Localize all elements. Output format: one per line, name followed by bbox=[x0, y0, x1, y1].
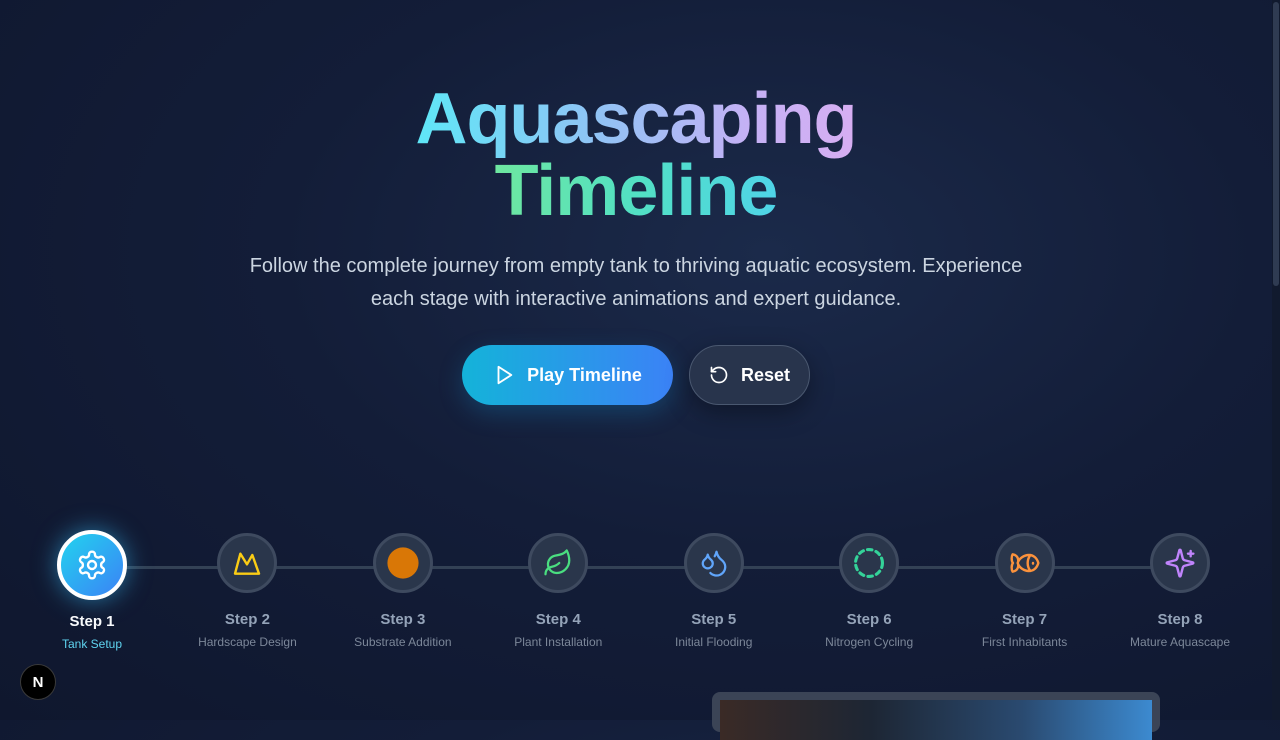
step-title: Step 2 bbox=[224, 611, 270, 628]
step-circle[interactable] bbox=[217, 533, 278, 593]
circle-icon bbox=[386, 546, 420, 580]
page-title-line-2: Timeline bbox=[494, 151, 779, 231]
play-timeline-button[interactable]: Play Timeline bbox=[462, 345, 673, 405]
timeline-step-8[interactable]: Step 8 Mature Aquascape bbox=[1115, 533, 1245, 649]
play-icon bbox=[493, 364, 527, 386]
timeline-step-1[interactable]: Step 1 Tank Setup bbox=[27, 530, 157, 651]
step-circle[interactable] bbox=[683, 533, 744, 593]
sparkles-icon bbox=[1164, 547, 1196, 579]
step-circle[interactable] bbox=[1150, 533, 1210, 593]
dashed-circle-icon bbox=[852, 546, 886, 580]
step-subtitle: Nitrogen Cycling bbox=[825, 635, 914, 649]
scrollbar[interactable] bbox=[1272, 0, 1280, 720]
step-subtitle: Mature Aquascape bbox=[1129, 635, 1231, 649]
scrollbar-thumb[interactable] bbox=[1273, 2, 1279, 286]
step-subtitle: First Inhabitants bbox=[981, 635, 1068, 649]
step-subtitle: Tank Setup bbox=[61, 637, 123, 651]
step-subtitle: Hardscape Design bbox=[198, 635, 297, 649]
timeline-step-3[interactable]: Step 3 Substrate Addition bbox=[338, 533, 468, 649]
step-title: Step 7 bbox=[1002, 611, 1048, 628]
step-title: Step 4 bbox=[535, 611, 581, 628]
gear-icon bbox=[76, 549, 108, 581]
droplets-icon bbox=[699, 548, 729, 578]
badge-label: N bbox=[32, 673, 44, 691]
step-subtitle: Initial Flooding bbox=[675, 635, 753, 649]
step-circle[interactable] bbox=[994, 533, 1055, 593]
hero-subtitle: Follow the complete journey from empty t… bbox=[249, 255, 1023, 310]
timeline-step-7[interactable]: Step 7 First Inhabitants bbox=[960, 533, 1090, 649]
mountain-icon bbox=[231, 547, 263, 579]
step-circle[interactable] bbox=[372, 533, 433, 593]
page-title-line-1: Aquascaping bbox=[415, 79, 857, 159]
step-title: Step 6 bbox=[846, 611, 892, 628]
framework-badge[interactable]: N bbox=[20, 664, 56, 700]
fish-icon bbox=[1009, 547, 1041, 579]
step-circle[interactable] bbox=[839, 533, 900, 593]
step-title: Step 8 bbox=[1157, 611, 1203, 628]
timeline-step-6[interactable]: Step 6 Nitrogen Cycling bbox=[804, 533, 934, 649]
step-title: Step 5 bbox=[691, 611, 737, 628]
step-subtitle: Plant Installation bbox=[514, 635, 603, 649]
timeline-step-2[interactable]: Step 2 Hardscape Design bbox=[182, 533, 312, 649]
reset-label: Reset bbox=[740, 364, 791, 385]
leaf-icon bbox=[543, 548, 573, 578]
step-circle[interactable] bbox=[57, 530, 127, 600]
play-timeline-label: Play Timeline bbox=[527, 364, 642, 385]
reset-button[interactable]: Reset bbox=[689, 345, 810, 405]
step-circle[interactable] bbox=[528, 533, 589, 593]
timeline-step-4[interactable]: Step 4 Plant Installation bbox=[493, 533, 623, 649]
aquarium-preview-image bbox=[720, 700, 1152, 740]
rotate-ccw-icon bbox=[709, 365, 741, 385]
timeline-step-5[interactable]: Step 5 Initial Flooding bbox=[649, 533, 779, 649]
stage-preview-panel bbox=[712, 692, 1160, 740]
step-title: Step 1 bbox=[69, 613, 115, 630]
step-title: Step 3 bbox=[380, 611, 426, 628]
step-subtitle: Substrate Addition bbox=[354, 635, 452, 649]
